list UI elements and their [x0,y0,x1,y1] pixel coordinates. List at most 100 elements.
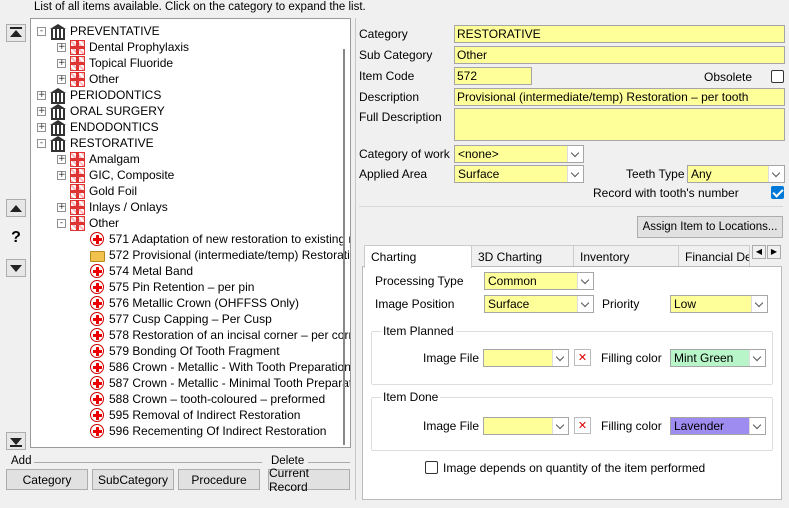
priority-label: Priority [602,297,640,311]
grid-icon [70,167,85,183]
tab-scroll-right-button[interactable]: ▶ [767,245,781,259]
tab-charting[interactable]: Charting [364,245,472,268]
delete-current-record-button[interactable]: Current Record [268,466,350,494]
planned-filling-color-label: Filling color [601,351,662,365]
tree-item[interactable]: + Dental Prophylaxis [57,39,189,55]
chevron-down-icon [567,146,583,162]
grid-icon [70,39,85,55]
tab-3d-charting[interactable]: 3D Charting [471,245,574,267]
done-clear-image-button[interactable]: ✕ [574,417,591,434]
tree-item-label: PERIODONTICS [70,88,162,102]
tree-item[interactable]: + ENDODONTICS [37,119,159,136]
tree-item[interactable]: 574 Metal Band [77,263,193,279]
done-filling-color-select[interactable]: Lavender [670,417,766,435]
quantity-checkbox[interactable] [425,461,438,474]
cross-icon [90,296,104,310]
tree-item[interactable]: + ORAL SURGERY [37,103,165,120]
priority-select[interactable]: Low [670,295,768,313]
chevron-down-icon [552,418,568,434]
expand-icon[interactable]: + [57,202,66,212]
item-code-field[interactable]: 572 [454,67,532,85]
tree-item[interactable]: 587 Crown - Metallic - Minimal Tooth Pre… [77,375,350,391]
processing-type-value: Common [488,274,537,288]
priority-value: Low [674,297,697,311]
collapse-icon[interactable]: - [37,26,46,36]
planned-image-file-label: Image File [423,351,480,365]
tree-item[interactable]: + Amalgam [57,151,140,167]
category-of-work-select[interactable]: <none> [454,145,584,163]
description-field[interactable]: Provisional (intermediate/temp) Restorat… [454,88,785,106]
charting-tab-panel: Processing Type Common Image Position Su… [362,266,782,500]
processing-type-select[interactable]: Common [484,272,594,290]
tree-item[interactable]: Gold Foil [57,183,137,199]
tree-item[interactable]: 578 Restoration of an incisal corner – p… [77,327,350,343]
cross-icon [90,232,104,246]
grid-icon [70,215,85,231]
expand-icon[interactable]: + [37,106,46,116]
tree-item[interactable]: + Other [57,71,119,87]
help-button[interactable]: ? [6,229,26,247]
expand-icon[interactable]: + [37,122,46,132]
expand-icon[interactable]: + [37,90,46,100]
tree-vertical-scrollbar[interactable] [343,49,345,445]
move-bottom-button[interactable] [6,432,26,450]
tree-item-label: 586 Crown - Metallic - With Tooth Prepar… [109,360,351,374]
full-description-field[interactable] [454,108,785,141]
chevron-down-icon [751,296,767,312]
tree-item[interactable]: 577 Cusp Capping – Per Cusp [77,311,272,327]
tab-inventory[interactable]: Inventory [573,245,679,267]
move-down-button[interactable] [6,259,26,277]
tree-item[interactable]: + PERIODONTICS [37,87,162,104]
expand-icon[interactable]: + [57,42,66,52]
move-top-button[interactable] [6,24,26,42]
item-tree[interactable]: - PREVENTATIVE + Dental Prophylaxis + Topical… [30,18,351,448]
subcategory-field[interactable]: Other [454,46,785,64]
grid-icon [70,199,85,215]
tree-item[interactable]: 586 Crown - Metallic - With Tooth Prepar… [77,359,351,375]
tree-item[interactable]: 588 Crown – tooth-coloured – preformed [77,391,325,407]
tree-item[interactable]: 576 Metallic Crown (OHFFSS Only) [77,295,299,311]
subcategory-label: Sub Category [359,48,433,62]
expand-icon[interactable]: + [57,74,66,84]
category-field[interactable]: RESTORATIVE [454,25,785,43]
tree-item[interactable]: 579 Bonding Of Tooth Fragment [77,343,280,359]
bank-icon [50,88,66,104]
planned-clear-image-button[interactable]: ✕ [574,349,591,366]
tree-item[interactable]: 572 Provisional (intermediate/temp) Rest… [77,247,350,263]
applied-area-select[interactable]: Surface [454,165,584,183]
assign-item-button[interactable]: Assign Item to Locations... [637,216,783,238]
add-category-button[interactable]: Category [6,469,88,490]
collapse-icon[interactable]: - [57,218,66,228]
record-with-number-checkbox[interactable] [771,186,784,199]
tree-item-label: 576 Metallic Crown (OHFFSS Only) [109,296,300,310]
collapse-icon[interactable]: - [37,138,46,148]
move-up-button[interactable] [6,199,26,217]
tree-item[interactable]: 575 Pin Retention – per pin [77,279,254,295]
image-position-select[interactable]: Surface [484,295,594,313]
tree-item[interactable]: + GIC, Composite [57,167,174,183]
expand-icon[interactable]: + [57,154,66,164]
image-position-label: Image Position [375,297,455,311]
obsolete-checkbox[interactable] [771,70,784,83]
add-procedure-button[interactable]: Procedure [178,469,260,490]
expand-icon[interactable]: + [57,170,66,180]
tree-item[interactable]: + Inlays / Onlays [57,199,168,215]
tab-financial-details[interactable]: Financial Details [678,245,750,267]
planned-image-file-select[interactable] [483,349,569,367]
tree-item[interactable]: 596 Recementing Of Indirect Restoration [77,423,326,439]
bank-icon [50,136,66,152]
tree-item[interactable]: 571 Adaptation of new restoration to exi… [77,231,350,247]
image-position-value: Surface [488,297,530,311]
tree-item[interactable]: - PREVENTATIVE [37,23,160,40]
tab-scroll-left-button[interactable]: ◀ [752,245,766,259]
done-image-file-select[interactable] [483,417,569,435]
tree-item[interactable]: - RESTORATIVE [37,135,154,152]
tree-item[interactable]: - Other [57,215,119,231]
add-subcategory-button[interactable]: SubCategory [92,469,174,490]
tree-item[interactable]: 595 Removal of Indirect Restoration [77,407,300,423]
add-group-label: Add [11,455,32,467]
teeth-type-select[interactable]: Any [687,165,785,183]
expand-icon[interactable]: + [57,58,66,68]
tree-item[interactable]: + Topical Fluoride [57,55,173,71]
planned-filling-color-select[interactable]: Mint Green [670,349,766,367]
